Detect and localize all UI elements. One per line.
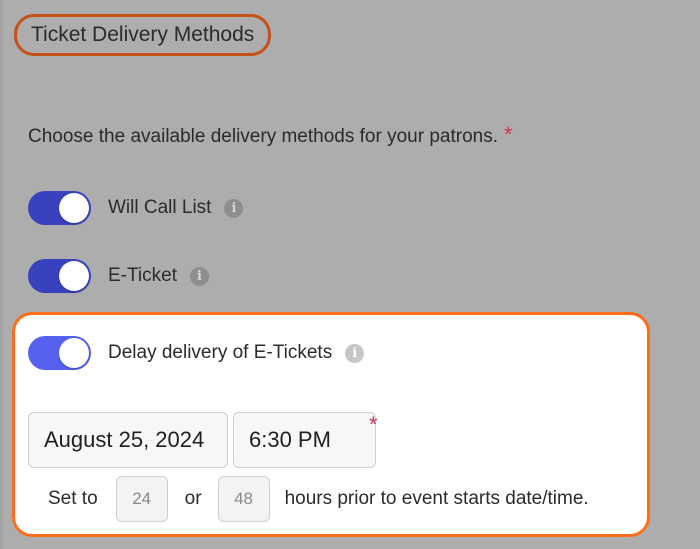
delivery-date-value: August 25, 2024 [44, 427, 205, 452]
info-icon[interactable]: i [224, 198, 244, 218]
toggle-knob [59, 193, 89, 223]
delay-delivery-row: Delay delivery of E-Tickets i [28, 336, 365, 370]
required-asterisk: * [503, 122, 513, 147]
e-ticket-toggle[interactable] [28, 259, 91, 293]
will-call-toggle[interactable] [28, 191, 91, 225]
delivery-settings-panel: Ticket Delivery Methods Choose the avail… [0, 0, 700, 549]
hours-option-24[interactable]: 24 [115, 476, 168, 522]
section-title: Ticket Delivery Methods [14, 14, 272, 56]
hours-option-48[interactable]: 48 [217, 476, 270, 522]
delay-delivery-toggle[interactable] [28, 336, 91, 370]
delivery-date-input[interactable]: August 25, 2024 [28, 412, 228, 468]
will-call-row: Will Call List i [28, 191, 244, 225]
required-asterisk: * [369, 412, 378, 437]
hours-option-24-text: 24 [132, 489, 152, 508]
or-label: or [184, 488, 202, 509]
section-title-text: Ticket Delivery Methods [31, 23, 255, 46]
info-icon[interactable]: i [189, 266, 209, 286]
delay-delivery-label: Delay delivery of E-Tickets [108, 342, 333, 363]
delivery-time-input[interactable]: 6:30 PM [233, 412, 376, 468]
delivery-time-value: 6:30 PM [249, 427, 331, 452]
delivery-methods-prompt: Choose the available delivery methods fo… [28, 122, 513, 148]
e-ticket-label: E-Ticket [108, 265, 177, 286]
toggle-knob [59, 261, 89, 291]
will-call-label: Will Call List [108, 197, 212, 218]
toggle-knob [59, 338, 89, 368]
e-ticket-row: E-Ticket i [28, 259, 209, 293]
hours-option-48-text: 48 [234, 489, 254, 508]
panel-left-edge [0, 0, 3, 549]
info-icon[interactable]: i [345, 343, 365, 363]
hours-prior-row: Set to 24 or 48 hours prior to event sta… [48, 476, 589, 522]
hours-suffix-label: hours prior to event starts date/time. [284, 488, 589, 509]
set-to-label: Set to [48, 488, 98, 509]
prompt-text: Choose the available delivery methods fo… [28, 126, 498, 147]
